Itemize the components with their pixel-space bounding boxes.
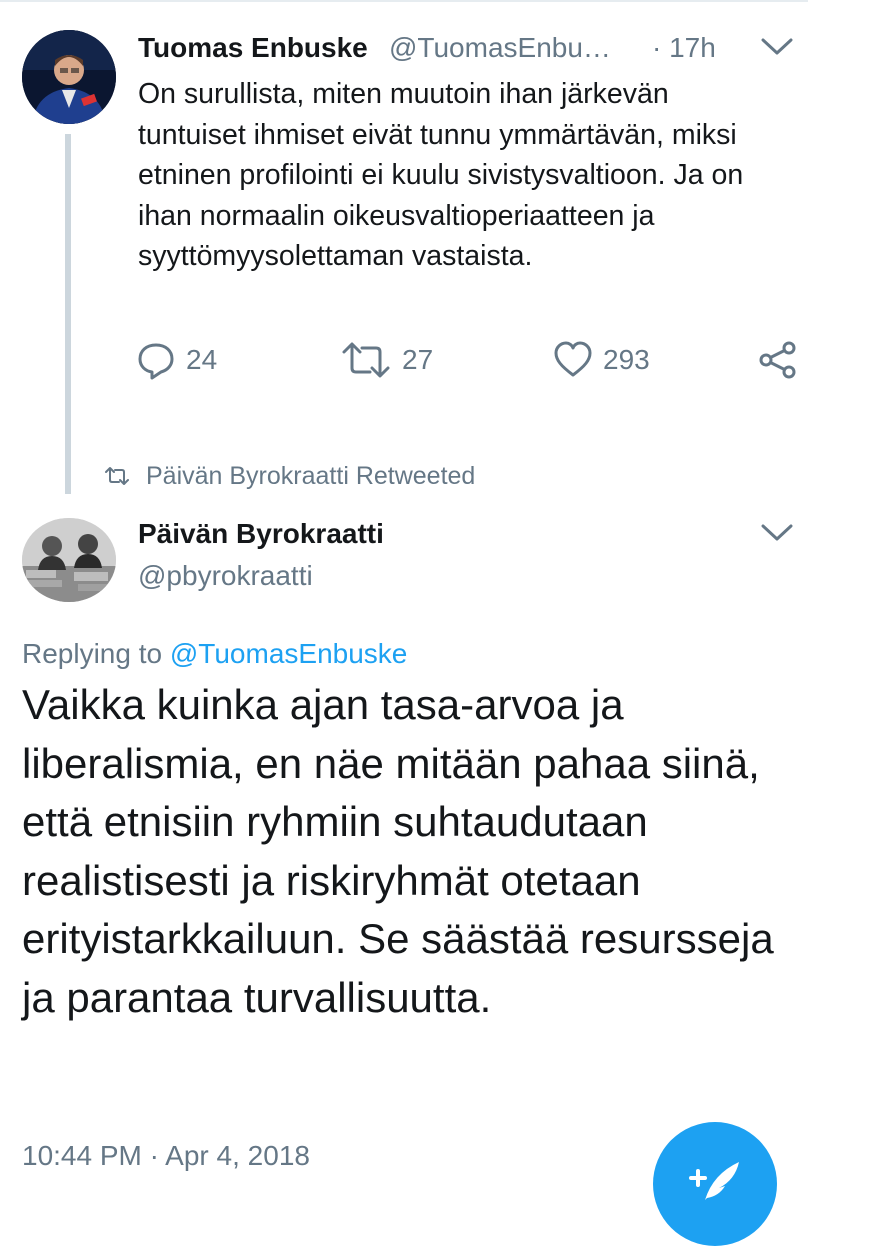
retweet-count: 27 bbox=[402, 344, 434, 375]
chevron-down-icon[interactable] bbox=[760, 36, 794, 58]
replying-to-line: Replying to @TuomasEnbuske bbox=[22, 638, 407, 670]
author-handle[interactable]: @TuomasEnbu… bbox=[389, 32, 611, 64]
avatar-paivan-byrokraatti[interactable] bbox=[22, 518, 116, 602]
thread-connector-line bbox=[65, 134, 71, 494]
reply-icon bbox=[138, 343, 174, 380]
share-icon bbox=[759, 341, 796, 379]
replying-prefix: Replying to bbox=[22, 638, 163, 669]
tweet-timestamp: 10:44 PM · Apr 4, 2018 bbox=[22, 1140, 310, 1171]
right-margin bbox=[808, 0, 884, 1200]
author-name[interactable]: Päivän Byrokraatti bbox=[138, 518, 384, 550]
retweet-button[interactable]: 27 bbox=[340, 340, 433, 380]
author-handle[interactable]: @pbyrokraatti bbox=[138, 560, 313, 592]
retweeted-by-text: Päivän Byrokraatti Retweeted bbox=[146, 461, 476, 490]
author-name[interactable]: Tuomas Enbuske bbox=[138, 32, 368, 64]
avatar-tuomas-enbuske[interactable] bbox=[22, 30, 116, 124]
chevron-down-icon[interactable] bbox=[760, 522, 794, 544]
reply-button[interactable]: 24 bbox=[136, 340, 217, 380]
like-button[interactable]: 293 bbox=[553, 340, 650, 380]
tweet-text: On surullista, miten muutoin ihan järkev… bbox=[138, 78, 744, 272]
tweet-time[interactable]: · 17h bbox=[652, 32, 716, 64]
replying-to-mention[interactable]: @TuomasEnbuske bbox=[170, 638, 408, 669]
retweet-icon bbox=[342, 342, 390, 378]
compose-tweet-icon bbox=[689, 1162, 739, 1200]
compose-tweet-button[interactable] bbox=[653, 1122, 777, 1246]
tweet-text: Vaikka kuinka ajan tasa-arvoa ja liberal… bbox=[22, 681, 774, 1021]
retweet-small-icon bbox=[105, 467, 129, 485]
like-count: 293 bbox=[603, 344, 650, 375]
top-divider bbox=[0, 0, 808, 2]
share-button[interactable] bbox=[758, 340, 798, 380]
retweeted-by-label[interactable]: Päivän Byrokraatti Retweeted bbox=[104, 458, 475, 494]
reply-count: 24 bbox=[186, 344, 218, 375]
heart-icon bbox=[554, 341, 592, 377]
